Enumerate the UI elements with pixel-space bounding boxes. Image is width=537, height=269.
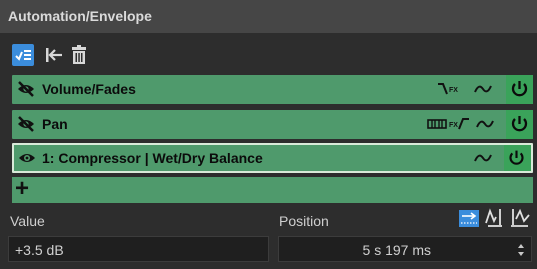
curve-icon[interactable] [473, 81, 493, 97]
automation-envelope-panel: Automation/Envelope Volume/Fades FX Pan … [0, 0, 537, 269]
power-icon [511, 116, 528, 132]
delete-envelope-button[interactable] [68, 44, 90, 66]
panel-titlebar: Automation/Envelope [0, 0, 537, 33]
spinner-arrows-icon[interactable] [517, 243, 525, 257]
power-button[interactable] [504, 145, 531, 171]
value-text: +3.5 dB [15, 242, 64, 258]
envelope-label: Volume/Fades [42, 81, 136, 97]
envelope-list-icon [15, 50, 31, 61]
envelope-list-button[interactable] [12, 44, 34, 66]
power-icon [509, 150, 524, 165]
previous-point-icon[interactable] [484, 205, 506, 229]
fx-curve-icon[interactable]: FX [449, 116, 471, 132]
next-point-icon[interactable] [508, 205, 532, 229]
trash-icon [72, 45, 86, 64]
value-field[interactable]: +3.5 dB [8, 236, 269, 262]
plus-icon: + [15, 175, 30, 202]
collapse-left-icon [46, 48, 62, 62]
svg-text:FX: FX [449, 87, 458, 94]
fx-curve-icon[interactable]: FX [437, 81, 463, 97]
position-label: Position [279, 213, 329, 229]
envelope-label: 1: Compressor | Wet/Dry Balance [42, 150, 263, 166]
eye-hidden-icon[interactable] [16, 114, 36, 134]
position-field[interactable]: 5 s 197 ms [278, 236, 532, 262]
envelope-row-compressor-wet-dry[interactable]: 1: Compressor | Wet/Dry Balance [12, 143, 533, 173]
value-label: Value [10, 213, 45, 229]
add-envelope-row[interactable]: + [12, 175, 533, 203]
svg-text:FX: FX [449, 122, 458, 129]
envelope-row-pan[interactable]: Pan FX [12, 110, 533, 139]
panel-title: Automation/Envelope [8, 8, 152, 24]
collapse-left-button[interactable] [43, 44, 65, 66]
power-button[interactable] [506, 75, 533, 104]
curve-icon[interactable] [475, 116, 495, 132]
power-icon [511, 81, 528, 97]
envelope-label: Pan [42, 116, 68, 132]
envelope-row-volume-fades[interactable]: Volume/Fades FX [12, 75, 533, 104]
eye-visible-icon[interactable] [17, 148, 37, 168]
eye-hidden-icon[interactable] [16, 79, 36, 99]
pan-scale-icon[interactable] [427, 116, 447, 132]
curve-icon[interactable] [473, 150, 493, 166]
power-button[interactable] [506, 110, 533, 139]
snap-to-grid-icon[interactable] [458, 207, 480, 229]
position-text: 5 s 197 ms [362, 242, 431, 258]
